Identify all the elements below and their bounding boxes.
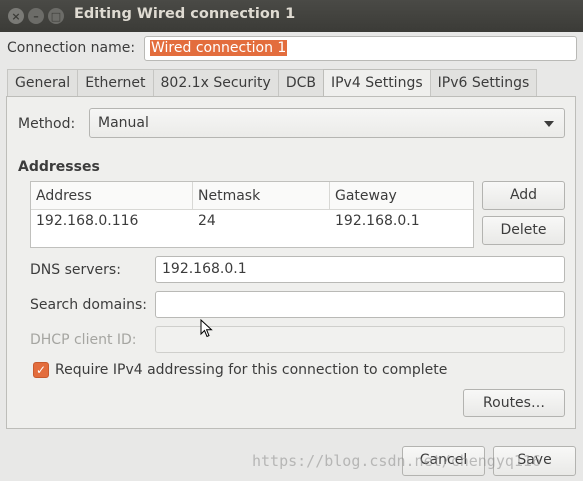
- connection-name-label: Connection name:: [7, 40, 136, 56]
- addresses-table[interactable]: Address Netmask Gateway 192.168.0.116 24…: [30, 181, 474, 248]
- connection-name-value: Wired connection 1: [150, 40, 288, 56]
- tab-8021x-security[interactable]: 802.1x Security: [152, 69, 279, 97]
- delete-address-button[interactable]: Delete: [482, 216, 565, 245]
- column-netmask[interactable]: Netmask: [193, 182, 330, 210]
- table-row[interactable]: 192.168.0.116 24 192.168.0.1: [31, 210, 473, 236]
- close-icon[interactable]: ×: [8, 8, 24, 24]
- tab-ipv4-settings[interactable]: IPv4 Settings: [322, 69, 431, 98]
- mouse-pointer-icon: [200, 319, 213, 338]
- dhcp-client-id-input: [155, 326, 565, 353]
- tab-general[interactable]: General: [7, 69, 79, 97]
- window-titlebar: × – □ Editing Wired connection 1: [0, 0, 583, 32]
- settings-tabs: General Ethernet 802.1x Security DCB IPv…: [7, 69, 538, 98]
- require-ipv4-label[interactable]: Require IPv4 addressing for this connect…: [55, 362, 447, 378]
- dns-servers-label: DNS servers:: [30, 262, 121, 278]
- dhcp-client-id-label: DHCP client ID:: [30, 332, 137, 348]
- column-address[interactable]: Address: [31, 182, 193, 210]
- method-value: Manual: [98, 115, 149, 131]
- method-label: Method:: [18, 116, 76, 132]
- tab-dcb[interactable]: DCB: [277, 69, 324, 97]
- table-header: Address Netmask Gateway: [31, 182, 473, 210]
- add-address-button[interactable]: Add: [482, 181, 565, 210]
- routes-button[interactable]: Routes…: [463, 389, 565, 417]
- search-domains-input[interactable]: [155, 291, 565, 318]
- maximize-icon[interactable]: □: [48, 8, 64, 24]
- cancel-button[interactable]: Cancel: [402, 446, 485, 476]
- save-button[interactable]: Save: [493, 446, 576, 476]
- require-ipv4-checkbox[interactable]: ✓: [33, 362, 49, 378]
- window-title: Editing Wired connection 1: [74, 6, 296, 22]
- tab-ipv6-settings[interactable]: IPv6 Settings: [429, 69, 538, 97]
- cell-netmask[interactable]: 24: [193, 210, 330, 238]
- dns-servers-input[interactable]: 192.168.0.1: [155, 256, 565, 283]
- cell-address[interactable]: 192.168.0.116: [31, 210, 193, 238]
- connection-name-input[interactable]: Wired connection 1: [144, 36, 577, 61]
- minimize-icon[interactable]: –: [28, 8, 44, 24]
- tab-ethernet[interactable]: Ethernet: [77, 69, 154, 97]
- chevron-down-icon: [544, 121, 554, 127]
- method-select[interactable]: Manual: [89, 108, 565, 138]
- search-domains-label: Search domains:: [30, 297, 147, 313]
- column-gateway[interactable]: Gateway: [330, 182, 473, 210]
- cell-gateway[interactable]: 192.168.0.1: [330, 210, 473, 238]
- addresses-heading: Addresses: [18, 159, 100, 175]
